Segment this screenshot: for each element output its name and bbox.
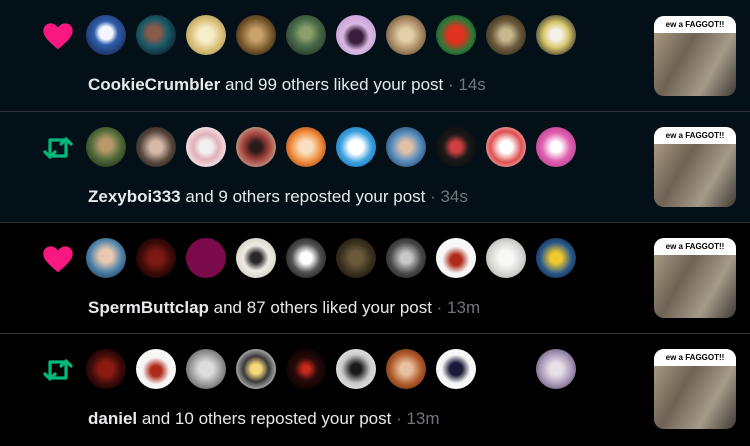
avatar[interactable] — [136, 15, 176, 55]
notification-text: SpermButtclap and 87 others liked your p… — [88, 298, 480, 318]
thumbnail-caption: ew a FAGGOT!! — [654, 238, 736, 255]
avatar[interactable] — [486, 238, 526, 278]
avatar[interactable] — [386, 127, 426, 167]
avatar[interactable] — [436, 238, 476, 278]
repost-icon — [40, 354, 76, 386]
avatar[interactable] — [186, 15, 226, 55]
notification-row[interactable]: Zexyboi333 and 9 others reposted your po… — [0, 112, 750, 223]
post-thumbnail[interactable]: ew a FAGGOT!! — [654, 127, 736, 207]
avatar[interactable] — [236, 349, 276, 389]
notification-row[interactable]: CookieCrumbler and 99 others liked your … — [0, 0, 750, 112]
thumbnail-caption: ew a FAGGOT!! — [654, 127, 736, 144]
avatar[interactable] — [386, 15, 426, 55]
post-thumbnail[interactable]: ew a FAGGOT!! — [654, 16, 736, 96]
heart-icon — [40, 243, 76, 275]
avatar[interactable] — [286, 127, 326, 167]
avatar[interactable] — [136, 127, 176, 167]
avatar[interactable] — [86, 238, 126, 278]
avatar[interactable] — [286, 15, 326, 55]
avatar[interactable] — [186, 238, 226, 278]
timestamp: · 13m — [431, 298, 481, 317]
action-text: and 87 others liked your post — [208, 298, 432, 317]
timestamp: · 34s — [425, 187, 468, 206]
notification-text: daniel and 10 others reposted your post … — [88, 409, 440, 429]
avatar[interactable] — [286, 349, 326, 389]
action-text: and 99 others liked your post — [220, 75, 444, 94]
notification-text: Zexyboi333 and 9 others reposted your po… — [88, 187, 468, 207]
avatar[interactable] — [436, 349, 476, 389]
thumbnail-caption: ew a FAGGOT!! — [654, 16, 736, 33]
post-thumbnail[interactable]: ew a FAGGOT!! — [654, 349, 736, 429]
timestamp: · 13m — [391, 409, 440, 428]
post-thumbnail[interactable]: ew a FAGGOT!! — [654, 238, 736, 318]
avatar[interactable] — [386, 238, 426, 278]
avatar[interactable] — [436, 15, 476, 55]
notification-row[interactable]: daniel and 10 others reposted your post … — [0, 334, 750, 446]
avatar[interactable] — [136, 349, 176, 389]
avatar[interactable] — [86, 349, 126, 389]
notification-row[interactable]: SpermButtclap and 87 others liked your p… — [0, 223, 750, 334]
avatar[interactable] — [536, 238, 576, 278]
avatar[interactable] — [286, 238, 326, 278]
avatar[interactable] — [236, 238, 276, 278]
avatar[interactable] — [436, 127, 476, 167]
notification-text: CookieCrumbler and 99 others liked your … — [88, 75, 486, 95]
avatar[interactable] — [536, 127, 576, 167]
thumbnail-caption: ew a FAGGOT!! — [654, 349, 736, 366]
action-text: and 10 others reposted your post — [137, 409, 392, 428]
avatar[interactable] — [336, 349, 376, 389]
avatar[interactable] — [336, 127, 376, 167]
user-name-link[interactable]: CookieCrumbler — [88, 75, 220, 94]
avatar[interactable] — [186, 349, 226, 389]
user-name-link[interactable]: Zexyboi333 — [88, 187, 181, 206]
user-name-link[interactable]: daniel — [88, 409, 137, 428]
avatar[interactable] — [86, 127, 126, 167]
avatar[interactable] — [536, 349, 576, 389]
avatar[interactable] — [186, 127, 226, 167]
avatar[interactable] — [236, 127, 276, 167]
avatar[interactable] — [486, 15, 526, 55]
avatar[interactable] — [386, 349, 426, 389]
avatar[interactable] — [336, 15, 376, 55]
avatar[interactable] — [136, 238, 176, 278]
avatar[interactable] — [236, 15, 276, 55]
avatar[interactable] — [536, 15, 576, 55]
action-text: and 9 others reposted your post — [180, 187, 426, 206]
avatar[interactable] — [486, 127, 526, 167]
avatar[interactable] — [336, 238, 376, 278]
timestamp: · 14s — [443, 75, 486, 94]
user-name-link[interactable]: SpermButtclap — [88, 298, 209, 317]
repost-icon — [40, 132, 76, 164]
heart-icon — [40, 20, 76, 52]
avatar[interactable] — [86, 15, 126, 55]
